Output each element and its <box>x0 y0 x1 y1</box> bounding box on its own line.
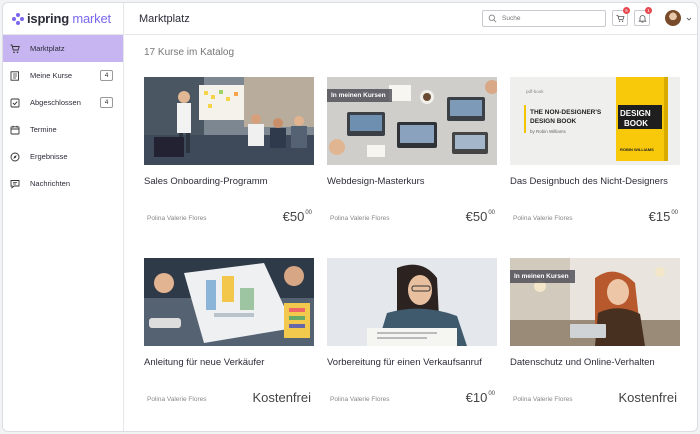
in-my-courses-tag: In meinen Kursen <box>510 270 575 283</box>
course-image[interactable]: pdf-book THE NON-DESIGNER'S DESIGN BOOK … <box>510 77 680 165</box>
cover-author: ROBIN WILLIAMS <box>620 147 654 152</box>
compass-icon <box>10 152 20 162</box>
price-cents: 00 <box>671 210 678 216</box>
message-icon <box>10 179 20 189</box>
course-title[interactable]: Anleitung für neue Verkäufer <box>144 357 314 387</box>
sidebar-item-label: Ergebnisse <box>30 152 68 161</box>
course-title[interactable]: Datenschutz und Online-Verhalten <box>510 357 680 387</box>
course-card[interactable]: Anleitung für neue Verkäufer Polina Vale… <box>144 258 314 405</box>
check-box-icon <box>10 98 20 108</box>
sidebar-item-label: Abgeschlossen <box>30 98 81 107</box>
book-title-line2: DESIGN BOOK <box>530 118 577 125</box>
price-main: Kostenfrei <box>618 390 677 405</box>
cart-count-badge: 5 <box>623 7 630 14</box>
price-cents: 00 <box>305 210 312 216</box>
logo-prefix: ispring <box>27 11 69 26</box>
course-title[interactable]: Sales Onboarding-Programm <box>144 176 314 206</box>
course-author: Polina Valerie Flores <box>147 396 207 403</box>
count-badge: 4 <box>100 70 113 81</box>
count-badge: 4 <box>100 97 113 108</box>
cart-icon <box>615 14 624 22</box>
course-author: Polina Valerie Flores <box>513 396 573 403</box>
course-author: Polina Valerie Flores <box>330 215 390 222</box>
logo-text: ispring market <box>27 11 111 26</box>
course-author: Polina Valerie Flores <box>147 215 207 222</box>
sidebar-item-termine[interactable]: Termine <box>3 116 123 143</box>
sidebar-item-nachrichten[interactable]: Nachrichten <box>3 170 123 197</box>
course-title[interactable]: Vorbereitung für einen Verkaufsanruf <box>327 357 497 387</box>
course-card[interactable]: pdf-book THE NON-DESIGNER'S DESIGN BOOK … <box>510 77 680 224</box>
price-cents: 00 <box>488 210 495 216</box>
course-card[interactable]: Vorbereitung für einen Verkaufsanruf Pol… <box>327 258 497 405</box>
price-main: Kostenfrei <box>252 390 311 405</box>
sidebar-item-marktplatz[interactable]: Marktplatz <box>3 35 123 62</box>
course-price: €5000 <box>466 209 495 224</box>
book-title-line1: THE NON-DESIGNER'S <box>530 109 602 116</box>
course-title[interactable]: Webdesign-Masterkurs <box>327 176 497 206</box>
course-author: Polina Valerie Flores <box>513 215 573 222</box>
course-title[interactable]: Das Designbuch des Nicht-Designers <box>510 176 680 206</box>
logo-icon <box>12 12 24 25</box>
course-card[interactable]: Sales Onboarding-Programm Polina Valerie… <box>144 77 314 224</box>
notification-count-badge: 1 <box>645 7 652 14</box>
course-card[interactable]: In meinen Kursen Datenschutz und Online-… <box>510 258 680 405</box>
logo-suffix: market <box>68 11 111 26</box>
sidebar-item-label: Termine <box>30 125 57 134</box>
price-main: €50 <box>282 209 305 224</box>
course-image[interactable] <box>144 77 314 165</box>
bell-icon <box>637 14 647 23</box>
sidebar-item-meine-kurse[interactable]: Meine Kurse 4 <box>3 62 123 89</box>
search-input[interactable] <box>502 15 602 22</box>
in-my-courses-tag: In meinen Kursen <box>327 89 392 102</box>
sidebar-item-ergebnisse[interactable]: Ergebnisse <box>3 143 123 170</box>
search-box[interactable] <box>482 10 606 27</box>
catalog-main: 17 Kurse im Katalog Sales Onboarding-Pro… <box>124 35 697 431</box>
course-author: Polina Valerie Flores <box>330 396 390 403</box>
price-main: €15 <box>648 209 671 224</box>
course-image[interactable]: In meinen Kursen <box>510 258 680 346</box>
course-card[interactable]: In meinen Kursen Webdesign-Masterkurs Po… <box>327 77 497 224</box>
search-icon <box>488 14 497 23</box>
calendar-icon <box>10 125 20 135</box>
cover-word-2: BOOK <box>624 119 648 128</box>
chevron-down-icon[interactable] <box>686 16 692 22</box>
book-list-icon <box>10 70 20 81</box>
book-kicker: pdf-book <box>526 89 544 94</box>
course-image[interactable] <box>327 258 497 346</box>
course-image[interactable] <box>144 258 314 346</box>
price-main: €50 <box>465 209 488 224</box>
sidebar-item-label: Nachrichten <box>30 179 71 188</box>
cover-word-1: DESIGN <box>620 109 651 118</box>
book-byline: by Robin Williams <box>530 129 567 134</box>
course-price: €1000 <box>466 390 495 405</box>
price-cents: 00 <box>488 391 495 397</box>
avatar[interactable] <box>665 10 681 26</box>
app-window: ispring market Marktplatz Meine Kurse 4 … <box>2 2 698 432</box>
catalog-count: 17 Kurse im Katalog <box>144 47 235 58</box>
page-title: Marktplatz <box>139 12 190 25</box>
notifications-button[interactable]: 1 <box>634 7 652 26</box>
logo[interactable]: ispring market <box>3 3 123 35</box>
cart-icon <box>10 44 20 54</box>
sidebar-item-label: Marktplatz <box>30 44 65 53</box>
top-bar: Marktplatz 5 1 <box>124 3 697 35</box>
course-price: €5000 <box>283 209 312 224</box>
course-image[interactable]: In meinen Kursen <box>327 77 497 165</box>
sidebar-nav: Marktplatz Meine Kurse 4 Abgeschlossen 4… <box>3 35 123 197</box>
price-main: €10 <box>465 390 488 405</box>
sidebar: ispring market Marktplatz Meine Kurse 4 … <box>3 3 124 431</box>
sidebar-item-abgeschlossen[interactable]: Abgeschlossen 4 <box>3 89 123 116</box>
course-price: Kostenfrei <box>618 390 678 405</box>
course-price: Kostenfrei <box>252 390 312 405</box>
cart-button[interactable]: 5 <box>612 7 630 26</box>
course-price: €1500 <box>649 209 678 224</box>
sidebar-item-label: Meine Kurse <box>30 71 73 80</box>
